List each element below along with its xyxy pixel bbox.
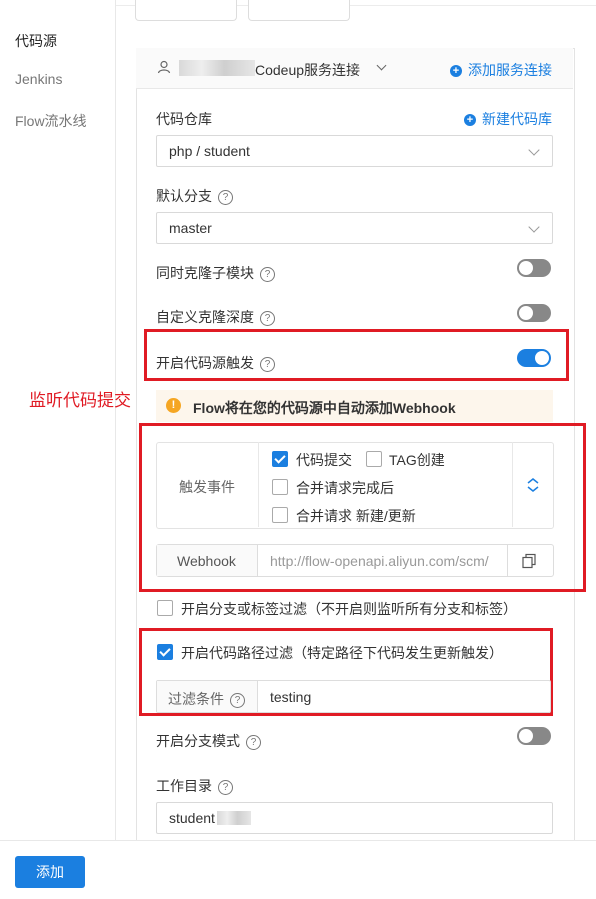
divider	[512, 442, 513, 527]
webhook-url-input[interactable]: http://flow-openapi.aliyun.com/scm/	[270, 553, 504, 569]
trigger-label-row: 开启代码源触发?	[156, 353, 275, 373]
service-connection-select[interactable]: Codeup服务连接	[255, 60, 360, 80]
branch-filter-checkbox[interactable]	[157, 600, 173, 616]
clone-depth-toggle[interactable]	[517, 304, 551, 322]
plus-circle-icon: +	[464, 114, 476, 127]
sidebar-item-code-source[interactable]: 代码源	[15, 31, 57, 51]
event-checkbox-push[interactable]	[272, 451, 288, 467]
branch-filter-label: 开启分支或标签过滤（不开启则监听所有分支和标签）	[181, 601, 517, 617]
user-icon	[157, 60, 171, 74]
help-icon[interactable]: ?	[246, 734, 261, 750]
repo-label: 代码仓库	[156, 111, 212, 127]
warning-icon: !	[166, 398, 181, 413]
trigger-label: 开启代码源触发	[156, 355, 254, 371]
annotation-text: 监听代码提交	[29, 391, 131, 411]
event-label-mr-merged: 合并请求完成后	[296, 480, 394, 496]
webhook-field: Webhook http://flow-openapi.aliyun.com/s…	[156, 544, 554, 577]
help-icon[interactable]: ?	[218, 779, 233, 795]
submodule-toggle[interactable]	[517, 259, 551, 277]
filter-condition-input[interactable]: testing	[270, 689, 311, 705]
submodule-label-row: 同时克隆子模块?	[156, 263, 275, 283]
workdir-value: student	[169, 810, 215, 826]
footer	[0, 841, 596, 899]
trigger-toggle[interactable]	[517, 349, 551, 367]
webhook-notice: ! Flow将在您的代码源中自动添加Webhook	[156, 390, 553, 422]
sidebar: 代码源 Jenkins Flow流水线	[0, 0, 116, 840]
help-icon[interactable]: ?	[260, 310, 275, 326]
branch-value: master	[169, 220, 212, 236]
help-icon[interactable]: ?	[260, 356, 275, 372]
filter-condition-field: 过滤条件? testing	[156, 680, 551, 713]
webhook-notice-text: Flow将在您的代码源中自动添加Webhook	[193, 400, 456, 416]
path-filter-label: 开启代码路径过滤（特定路径下代码发生更新触发）	[181, 645, 503, 661]
submodule-label: 同时克隆子模块	[156, 265, 254, 281]
branch-label-row: 默认分支?	[156, 186, 233, 206]
help-icon[interactable]: ?	[230, 692, 245, 708]
workdir-label-row: 工作目录?	[156, 776, 233, 796]
add-service-connection-link[interactable]: + 添加服务连接	[450, 60, 552, 80]
copy-icon[interactable]	[521, 553, 537, 569]
clone-depth-label: 自定义克隆深度	[156, 309, 254, 325]
sidebar-item-flow[interactable]: Flow流水线	[15, 111, 87, 131]
sidebar-item-jenkins[interactable]: Jenkins	[15, 71, 62, 87]
divider	[507, 545, 508, 576]
source-card[interactable]	[135, 0, 237, 21]
add-service-connection-label: 添加服务连接	[468, 62, 552, 78]
help-icon[interactable]: ?	[218, 189, 233, 205]
source-card[interactable]	[248, 0, 350, 21]
new-repo-link[interactable]: + 新建代码库	[464, 109, 552, 129]
filter-condition-label-row: 过滤条件?	[168, 689, 245, 709]
workdir-input[interactable]: student	[156, 802, 553, 834]
repo-select[interactable]: php / student	[156, 135, 553, 167]
repo-value: php / student	[169, 143, 250, 159]
clone-depth-label-row: 自定义克隆深度?	[156, 307, 275, 327]
divider	[258, 442, 259, 527]
event-label-push: 代码提交	[296, 452, 352, 468]
plus-circle-icon: +	[450, 65, 462, 78]
path-filter-checkbox[interactable]	[157, 644, 173, 660]
event-label-mr-open: 合并请求 新建/更新	[296, 508, 416, 524]
branch-mode-toggle[interactable]	[517, 727, 551, 745]
branch-mode-label-row: 开启分支模式?	[156, 731, 261, 751]
footer-divider	[0, 840, 596, 841]
event-checkbox-mr-merged[interactable]	[272, 479, 288, 495]
branch-mode-label: 开启分支模式	[156, 733, 240, 749]
workdir-label: 工作目录	[156, 778, 212, 794]
filter-condition-label: 过滤条件	[168, 691, 224, 707]
chevron-down-icon	[528, 221, 540, 233]
collapse-icon[interactable]	[526, 477, 540, 493]
new-repo-label: 新建代码库	[482, 111, 552, 127]
redacted-suffix	[217, 811, 251, 825]
event-checkbox-mr-open[interactable]	[272, 507, 288, 523]
event-checkbox-tag[interactable]	[366, 451, 382, 467]
help-icon[interactable]: ?	[260, 266, 275, 282]
branch-label: 默认分支	[156, 188, 212, 204]
add-button[interactable]: 添加	[15, 856, 85, 888]
branch-select[interactable]: master	[156, 212, 553, 244]
event-label-tag: TAG创建	[389, 452, 445, 468]
redacted-name	[179, 60, 255, 76]
trigger-events-label: 触发事件	[179, 479, 235, 495]
webhook-label: Webhook	[177, 553, 236, 569]
chevron-down-icon	[528, 144, 540, 156]
